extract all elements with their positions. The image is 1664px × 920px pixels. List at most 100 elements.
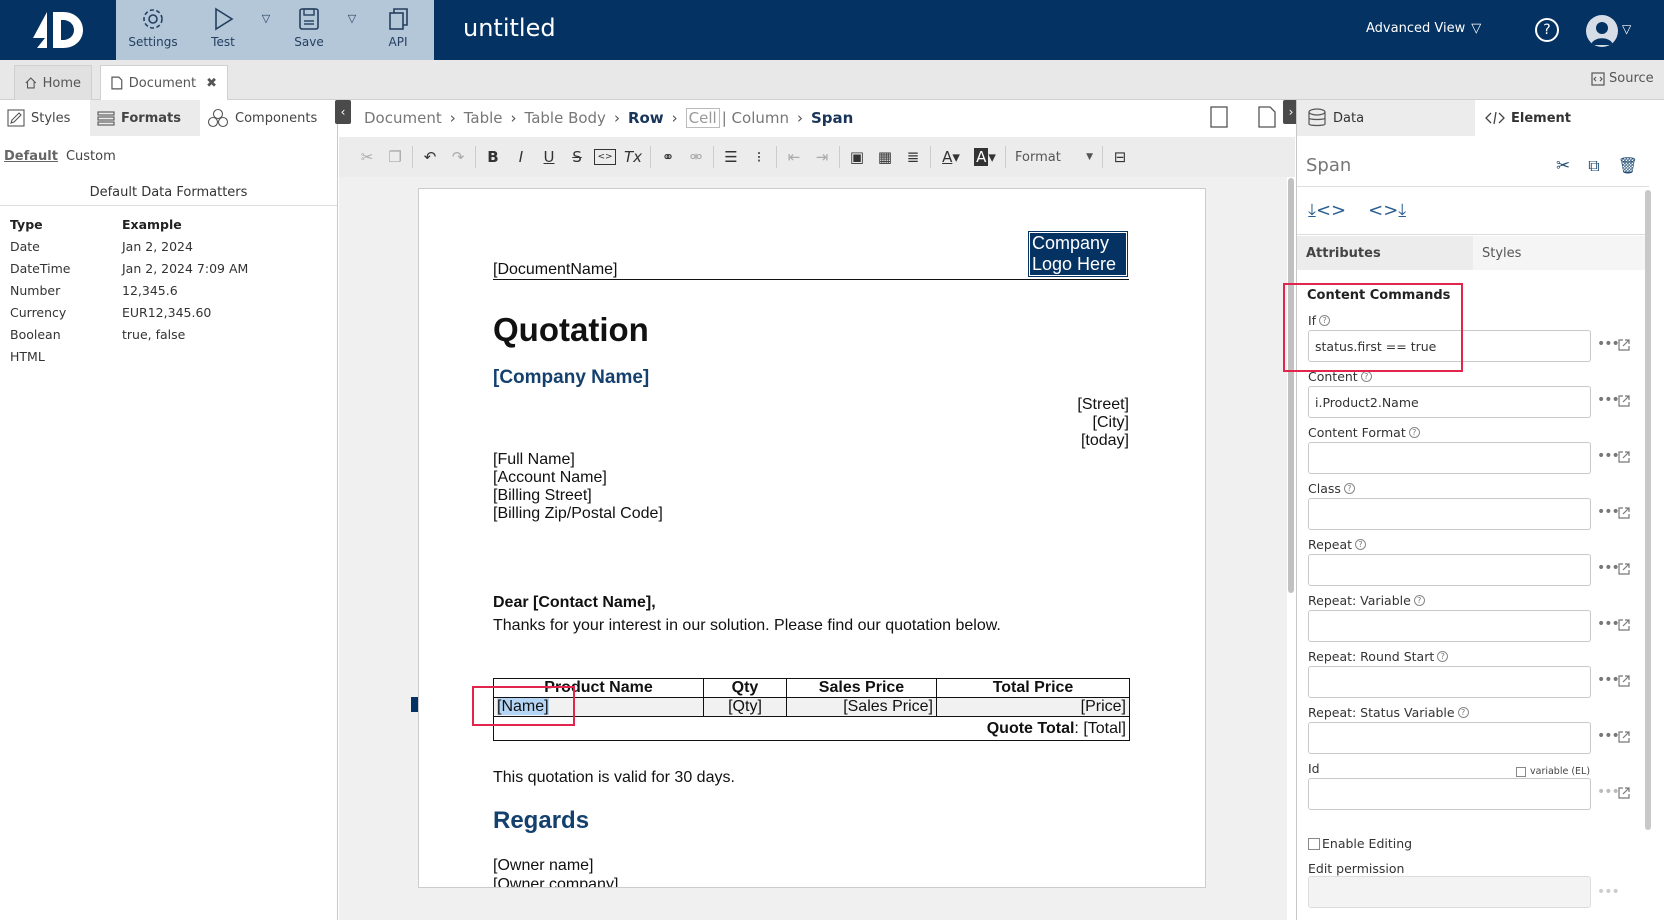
image-icon[interactable]: ▣: [843, 143, 871, 171]
help-icon[interactable]: ?: [1437, 651, 1449, 662]
page-file-icon[interactable]: [1258, 106, 1276, 128]
api-button[interactable]: API: [362, 0, 434, 60]
cut-icon[interactable]: ✂: [353, 143, 381, 171]
bold-icon[interactable]: B: [479, 143, 507, 171]
remove-format-icon[interactable]: Tx: [619, 143, 647, 171]
more-icon[interactable]: •••: [1597, 336, 1620, 352]
external-link-icon[interactable]: [1617, 562, 1631, 576]
breadcrumb-document[interactable]: Document: [364, 109, 442, 127]
quote-table[interactable]: Product Name Qty Sales Price Total Price…: [493, 678, 1130, 741]
regards-heading[interactable]: Regards: [493, 807, 589, 835]
tab-element[interactable]: Element: [1475, 100, 1653, 136]
doc-heading[interactable]: Quotation: [493, 311, 649, 349]
unlink-icon[interactable]: ⚮: [682, 143, 710, 171]
breadcrumb-cell[interactable]: Cell: [685, 108, 720, 128]
edit-permission-input[interactable]: [1308, 876, 1591, 908]
total-cell[interactable]: Quote Total: [Total]: [493, 716, 1130, 741]
breadcrumb-row[interactable]: Row: [628, 109, 664, 127]
trash-icon[interactable]: 🗑: [1618, 156, 1638, 176]
document-title[interactable]: untitled: [463, 14, 556, 42]
id-input[interactable]: [1308, 778, 1591, 810]
repeat-input[interactable]: [1308, 554, 1591, 586]
source-button[interactable]: Source: [1591, 71, 1654, 86]
strikethrough-icon[interactable]: S: [563, 143, 591, 171]
help-icon[interactable]: ?: [1413, 595, 1425, 606]
tab-styles-element[interactable]: Styles: [1473, 236, 1649, 270]
qty-cell[interactable]: [Qty]: [703, 697, 787, 717]
repeat-variable-input[interactable]: [1308, 610, 1591, 642]
close-icon[interactable]: ✖: [206, 76, 217, 91]
content-format-input[interactable]: [1308, 442, 1591, 474]
more-icon[interactable]: •••: [1597, 392, 1620, 408]
insert-before-icon[interactable]: ⤓<>: [1308, 200, 1346, 221]
background-color-icon[interactable]: A ▾: [968, 143, 1002, 171]
class-input[interactable]: [1308, 498, 1591, 530]
help-icon[interactable]: ?: [1360, 371, 1372, 382]
street-field[interactable]: [Street]: [1077, 396, 1129, 414]
italic-icon[interactable]: I: [507, 143, 535, 171]
more-icon[interactable]: •••: [1597, 560, 1620, 576]
app-logo[interactable]: [0, 0, 116, 60]
editor-scrollbar[interactable]: [1288, 178, 1294, 593]
external-link-icon[interactable]: [1617, 394, 1631, 408]
today-field[interactable]: [today]: [1081, 432, 1129, 450]
save-dropdown[interactable]: ▽: [342, 0, 362, 60]
numbered-list-icon[interactable]: ☰: [717, 143, 745, 171]
external-link-icon[interactable]: [1617, 450, 1631, 464]
outdent-icon[interactable]: ⇤: [780, 143, 808, 171]
validity-text[interactable]: This quotation is valid for 30 days.: [493, 769, 735, 787]
show-blocks-icon[interactable]: ⊟: [1106, 143, 1134, 171]
breadcrumb-table[interactable]: Table: [464, 109, 503, 127]
help-button[interactable]: ?: [1535, 18, 1559, 42]
billing-street-field[interactable]: [Billing Street]: [493, 487, 592, 505]
tab-home[interactable]: Home: [14, 65, 92, 100]
document-page[interactable]: Company Logo Here [DocumentName] Quotati…: [418, 188, 1206, 888]
copy-icon[interactable]: ❐: [381, 143, 409, 171]
save-button[interactable]: Save: [276, 0, 342, 60]
company-name-field[interactable]: [Company Name]: [493, 367, 649, 389]
tab-attributes[interactable]: Attributes: [1297, 236, 1473, 270]
more-icon[interactable]: •••: [1597, 884, 1620, 900]
text-color-icon[interactable]: A ▾: [934, 143, 968, 171]
more-icon[interactable]: •••: [1597, 616, 1620, 632]
greeting[interactable]: Dear [Contact Name],: [493, 594, 656, 612]
tab-styles[interactable]: Styles: [0, 100, 90, 136]
company-logo-placeholder[interactable]: Company Logo Here: [1028, 231, 1128, 277]
external-link-icon[interactable]: [1617, 786, 1631, 800]
more-icon[interactable]: •••: [1597, 504, 1620, 520]
custom-link[interactable]: Custom: [66, 149, 116, 164]
more-icon[interactable]: •••: [1597, 672, 1620, 688]
header-qty[interactable]: Qty: [703, 678, 787, 698]
test-button[interactable]: Test: [190, 0, 256, 60]
breadcrumb-span[interactable]: Span: [811, 109, 853, 127]
format-select[interactable]: Format ▼: [1009, 143, 1099, 171]
intro-text[interactable]: Thanks for your interest in our solution…: [493, 617, 1001, 635]
external-link-icon[interactable]: [1617, 730, 1631, 744]
link-icon[interactable]: ⚭: [654, 143, 682, 171]
checkbox[interactable]: [1308, 837, 1320, 850]
header-sales-price[interactable]: Sales Price: [786, 678, 937, 698]
table-total-row[interactable]: Quote Total: [Total]: [493, 716, 1130, 741]
underline-icon[interactable]: U: [535, 143, 563, 171]
header-total-price[interactable]: Total Price: [936, 678, 1130, 698]
undo-icon[interactable]: ↶: [416, 143, 444, 171]
owner-name-field[interactable]: [Owner name]: [493, 857, 593, 875]
page-portrait-icon[interactable]: [1210, 106, 1228, 128]
tab-document[interactable]: Document ✖: [100, 65, 228, 100]
sales-price-cell[interactable]: [Sales Price]: [786, 697, 937, 717]
city-field[interactable]: [City]: [1093, 414, 1129, 432]
tab-data[interactable]: Data: [1297, 100, 1475, 136]
checkbox[interactable]: [1516, 766, 1526, 777]
owner-company-field[interactable]: [Owner company]: [493, 876, 618, 887]
document-name-field[interactable]: [DocumentName]: [493, 261, 618, 279]
help-icon[interactable]: ?: [1343, 483, 1355, 494]
insert-after-icon[interactable]: <>⤓: [1368, 200, 1406, 221]
help-icon[interactable]: ?: [1355, 539, 1367, 550]
tab-formats[interactable]: Formats: [90, 100, 200, 136]
chevron-down-icon[interactable]: ▽: [1622, 22, 1631, 36]
repeat-status-variable-input[interactable]: [1308, 722, 1591, 754]
full-name-field[interactable]: [Full Name]: [493, 451, 575, 469]
account-name-field[interactable]: [Account Name]: [493, 469, 607, 487]
repeat-round-start-input[interactable]: [1308, 666, 1591, 698]
external-link-icon[interactable]: [1617, 618, 1631, 632]
